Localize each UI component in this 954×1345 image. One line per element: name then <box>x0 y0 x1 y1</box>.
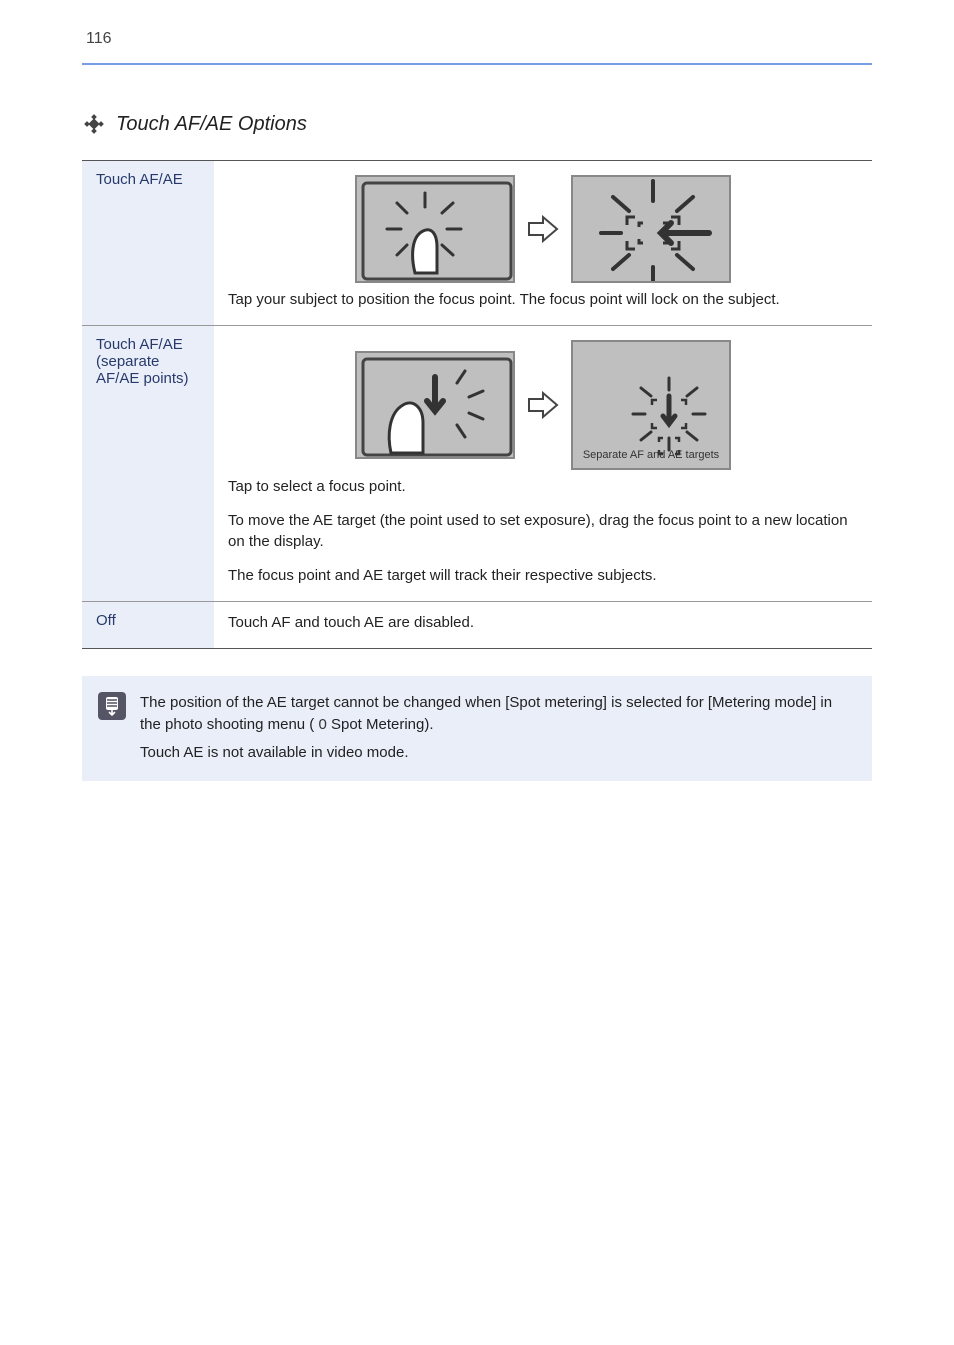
page-number-top: 116 <box>86 30 112 48</box>
header-rule <box>82 63 872 65</box>
drag-sun-icon <box>357 353 517 461</box>
row1-label: Touch AF/AE <box>82 161 214 325</box>
row1-body: Tap your subject to position the focus p… <box>214 161 872 325</box>
arrow-right-icon <box>525 387 561 423</box>
illustration-caption: Separate AF and AE targets <box>573 448 729 464</box>
drag-screen-illustration <box>355 351 515 459</box>
tap-sun-icon <box>357 177 517 285</box>
focus-lock-icon <box>571 175 731 283</box>
cross-ref-text: Spot Metering <box>331 716 424 733</box>
note-line-2: Touch AE is not available in video mode. <box>140 742 856 764</box>
note-block: The position of the AE target cannot be … <box>82 676 872 781</box>
result-illustration <box>571 175 731 283</box>
options-table: Touch AF/AE <box>82 160 872 649</box>
note-line-1: The position of the AE target cannot be … <box>140 692 856 736</box>
row2-illustration: Separate AF and AE targets <box>228 336 858 476</box>
manual-page: 116 Touch AF/AE Options Touch AF/AE <box>0 0 954 1345</box>
row3-label: Off <box>82 602 214 648</box>
note-text-1b: ). <box>424 716 433 733</box>
table-row: Touch AF/AE (separate AF/AE points) <box>82 326 872 602</box>
section-title: Touch AF/AE Options <box>116 113 307 136</box>
row3-text: Touch AF and touch AE are disabled. <box>228 614 474 631</box>
table-row: Touch AF/AE <box>82 161 872 326</box>
row3-body: Touch AF and touch AE are disabled. <box>214 602 872 648</box>
section-heading: Touch AF/AE Options <box>82 112 872 136</box>
section-bullet-icon <box>82 112 106 136</box>
table-row: Off Touch AF and touch AE are disabled. <box>82 602 872 649</box>
row2-text-1: Tap to select a focus point. <box>228 476 858 498</box>
note-body: The position of the AE target cannot be … <box>140 692 856 763</box>
arrow-right-icon <box>525 211 561 247</box>
row2-text-3: The focus point and AE target will track… <box>228 565 858 587</box>
separate-targets-illustration: Separate AF and AE targets <box>571 340 731 470</box>
row2-text-2: To move the AE target (the point used to… <box>228 510 858 554</box>
note-icon-box <box>98 692 126 720</box>
row2-body: Separate AF and AE targets Tap to select… <box>214 326 872 601</box>
touch-screen-illustration <box>355 175 515 283</box>
row1-text: Tap your subject to position the focus p… <box>228 289 858 311</box>
row2-label: Touch AF/AE (separate AF/AE points) <box>82 326 214 601</box>
note-text-1a: The position of the AE target cannot be … <box>140 694 832 733</box>
cross-ref-symbol: 0 <box>318 716 326 733</box>
row1-illustration <box>228 171 858 289</box>
note-icon <box>103 696 121 716</box>
